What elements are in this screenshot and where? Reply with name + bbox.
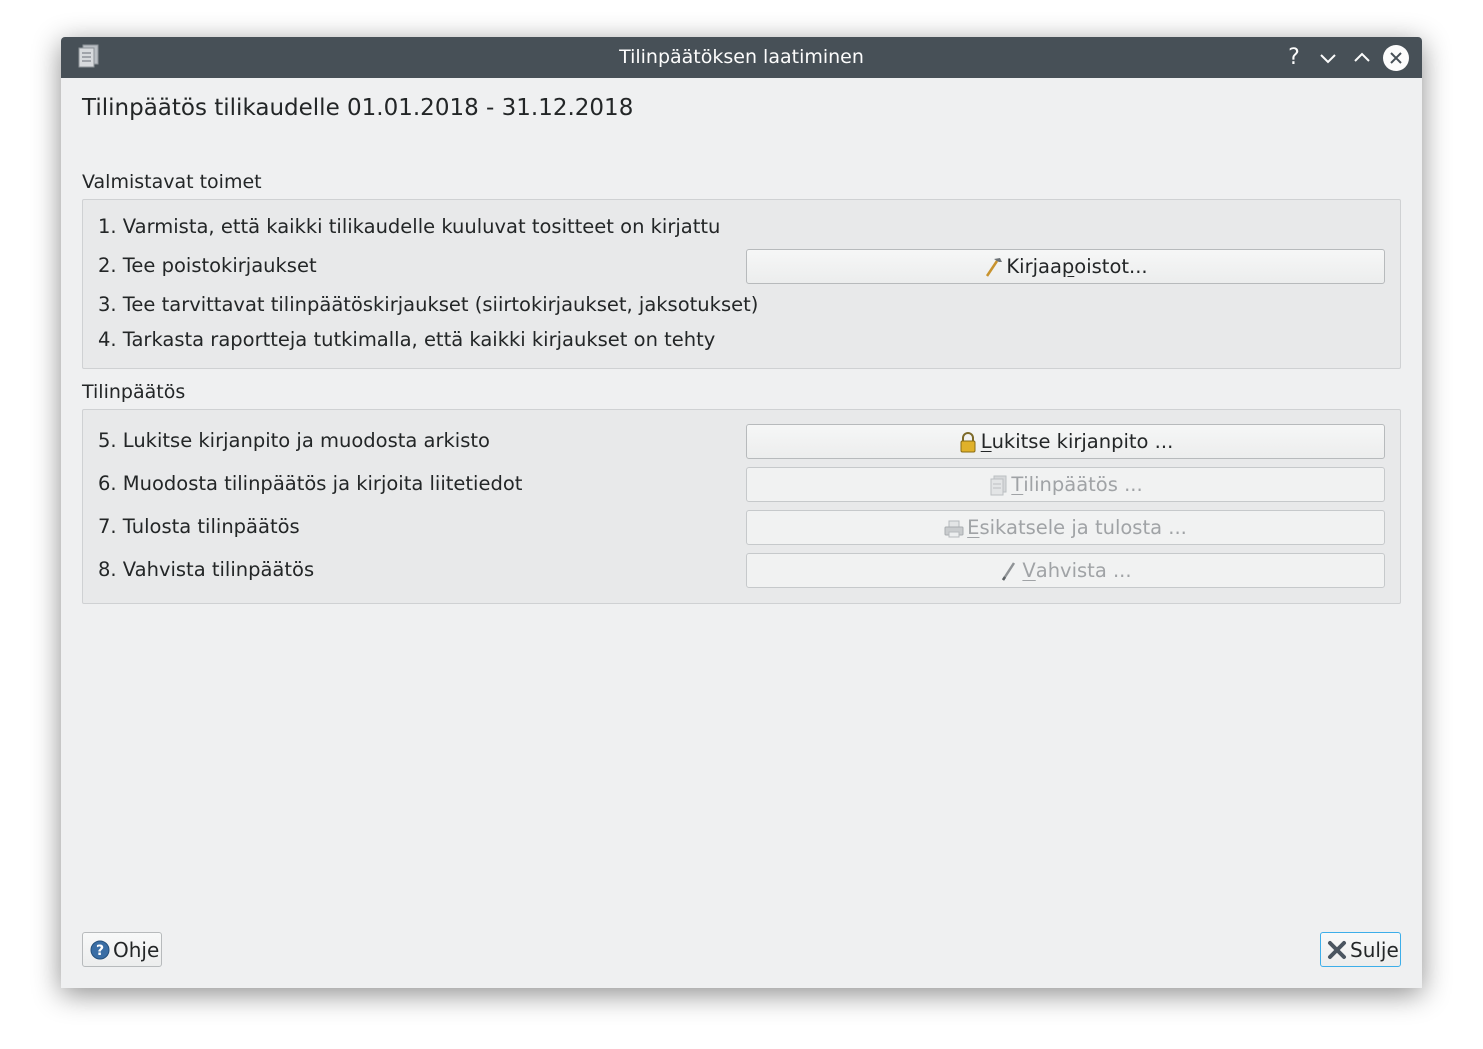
record-depreciation-button[interactable]: Kirjaa p oistot...	[746, 249, 1385, 284]
pen-icon	[1002, 561, 1016, 581]
minimize-button[interactable]	[1315, 45, 1341, 71]
context-help-button[interactable]: ?	[1281, 45, 1307, 71]
step-4-text: 4. Tarkasta raportteja tutkimalla, että …	[98, 328, 716, 351]
printer-icon	[944, 520, 964, 537]
confirm-statement-mnemonic: V	[1022, 559, 1036, 582]
step-6-text: 6. Muodosta tilinpäätös ja kirjoita liit…	[98, 472, 523, 495]
lock-bookkeeping-mnemonic: L	[980, 430, 992, 453]
closing-group-label: Tilinpäätös	[82, 381, 186, 403]
help-button[interactable]: ? Ohje	[82, 932, 162, 967]
lock-bookkeeping-button[interactable]: Lukitse kirjanpito ...	[746, 424, 1385, 459]
help-icon: ?	[90, 940, 110, 959]
dialog-window: Tilinpäätöksen laatiminen ? Tilinpäätös …	[61, 37, 1422, 988]
confirm-statement-button[interactable]: Vahvista ...	[746, 553, 1385, 588]
document-icon	[990, 475, 1007, 495]
preview-print-button[interactable]: Esikatsele ja tulosta ...	[746, 510, 1385, 545]
record-depreciation-label-pre: Kirjaa	[1006, 255, 1062, 278]
lock-icon	[960, 431, 976, 452]
lock-bookkeeping-label: ukitse kirjanpito ...	[991, 430, 1174, 453]
close-button[interactable]: Sulje	[1320, 932, 1401, 967]
financial-statement-label: ilinpäätös ...	[1023, 473, 1143, 496]
step-1-text: 1. Varmista, että kaikki tilikaudelle ku…	[98, 215, 721, 238]
step-8-text: 8. Vahvista tilinpäätös	[98, 558, 315, 581]
close-icon	[1328, 940, 1346, 959]
close-window-button[interactable]	[1383, 45, 1409, 71]
hammer-icon	[986, 257, 1003, 277]
record-depreciation-label-post: oistot...	[1074, 255, 1148, 278]
step-5-text: 5. Lukitse kirjanpito ja muodosta arkist…	[98, 429, 490, 452]
window-title: Tilinpäätöksen laatiminen	[619, 46, 864, 68]
svg-text:?: ?	[96, 943, 104, 959]
title-bar[interactable]: Tilinpäätöksen laatiminen ?	[61, 37, 1422, 78]
help-button-label: Ohje	[113, 937, 160, 962]
financial-statement-mnemonic: T	[1011, 473, 1024, 496]
step-3-text: 3. Tee tarvittavat tilinpäätöskirjaukset…	[98, 293, 759, 316]
close-button-label: Sulje	[1350, 937, 1399, 962]
page-title: Tilinpäätös tilikaudelle 01.01.2018 - 31…	[82, 95, 634, 121]
preparation-group-label: Valmistavat toimet	[82, 171, 262, 193]
financial-statement-button[interactable]: Tilinpäätös ...	[746, 467, 1385, 502]
maximize-button[interactable]	[1349, 45, 1375, 71]
preview-print-mnemonic: E	[967, 516, 980, 539]
step-7-text: 7. Tulosta tilinpäätös	[98, 515, 300, 538]
preview-print-label: sikatsele ja tulosta ...	[979, 516, 1187, 539]
step-2-text: 2. Tee poistokirjaukset	[98, 254, 317, 277]
confirm-statement-label: ahvista ...	[1035, 559, 1132, 582]
record-depreciation-mnemonic: p	[1061, 255, 1075, 278]
